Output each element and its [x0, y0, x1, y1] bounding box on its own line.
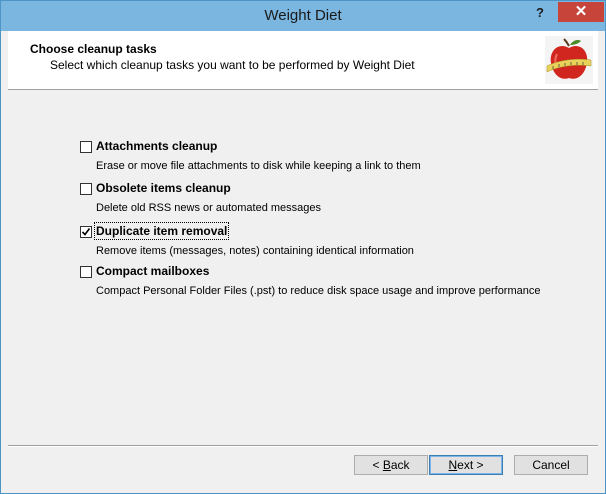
option-label[interactable]: Duplicate item removal [93, 222, 230, 240]
back-prefix: < [372, 458, 383, 472]
cancel-button[interactable]: Cancel [514, 455, 588, 475]
duplicate-item-removal-checkbox[interactable] [80, 226, 92, 238]
wizard-window: Weight Diet ? ✕ Choose cleanup tasks Sel… [0, 0, 606, 494]
window-title: Weight Diet [264, 7, 342, 24]
header-title: Choose cleanup tasks [30, 42, 157, 56]
help-button[interactable]: ? [527, 3, 553, 23]
footer-separator [8, 445, 598, 447]
options-panel: Attachments cleanup Erase or move file a… [8, 90, 598, 445]
title-bar[interactable]: Weight Diet ? ✕ [1, 1, 605, 31]
option-description: Delete old RSS news or automated message… [96, 202, 322, 214]
option-description: Erase or move file attachments to disk w… [96, 160, 421, 172]
checkmark-icon [81, 228, 91, 236]
attachments-cleanup-checkbox[interactable] [80, 141, 92, 153]
close-button[interactable]: ✕ [558, 2, 604, 22]
option-label[interactable]: Compact mailboxes [96, 264, 209, 278]
option-label[interactable]: Attachments cleanup [96, 139, 217, 153]
obsolete-items-cleanup-checkbox[interactable] [80, 183, 92, 195]
option-description: Remove items (messages, notes) containin… [96, 245, 414, 257]
option-description: Compact Personal Folder Files (.pst) to … [96, 285, 541, 297]
back-button[interactable]: < Back [354, 455, 428, 475]
header-subtitle: Select which cleanup tasks you want to b… [50, 58, 415, 72]
option-label[interactable]: Obsolete items cleanup [96, 181, 231, 195]
back-rest: ack [390, 458, 410, 472]
next-mnemonic: N [448, 458, 458, 472]
wizard-header: Choose cleanup tasks Select which cleanu… [8, 31, 598, 90]
next-rest: ext > [457, 458, 484, 472]
back-mnemonic: B [382, 458, 391, 472]
apple-measuring-tape-icon [545, 36, 593, 84]
next-button[interactable]: Next > [429, 455, 503, 475]
compact-mailboxes-checkbox[interactable] [80, 266, 92, 278]
